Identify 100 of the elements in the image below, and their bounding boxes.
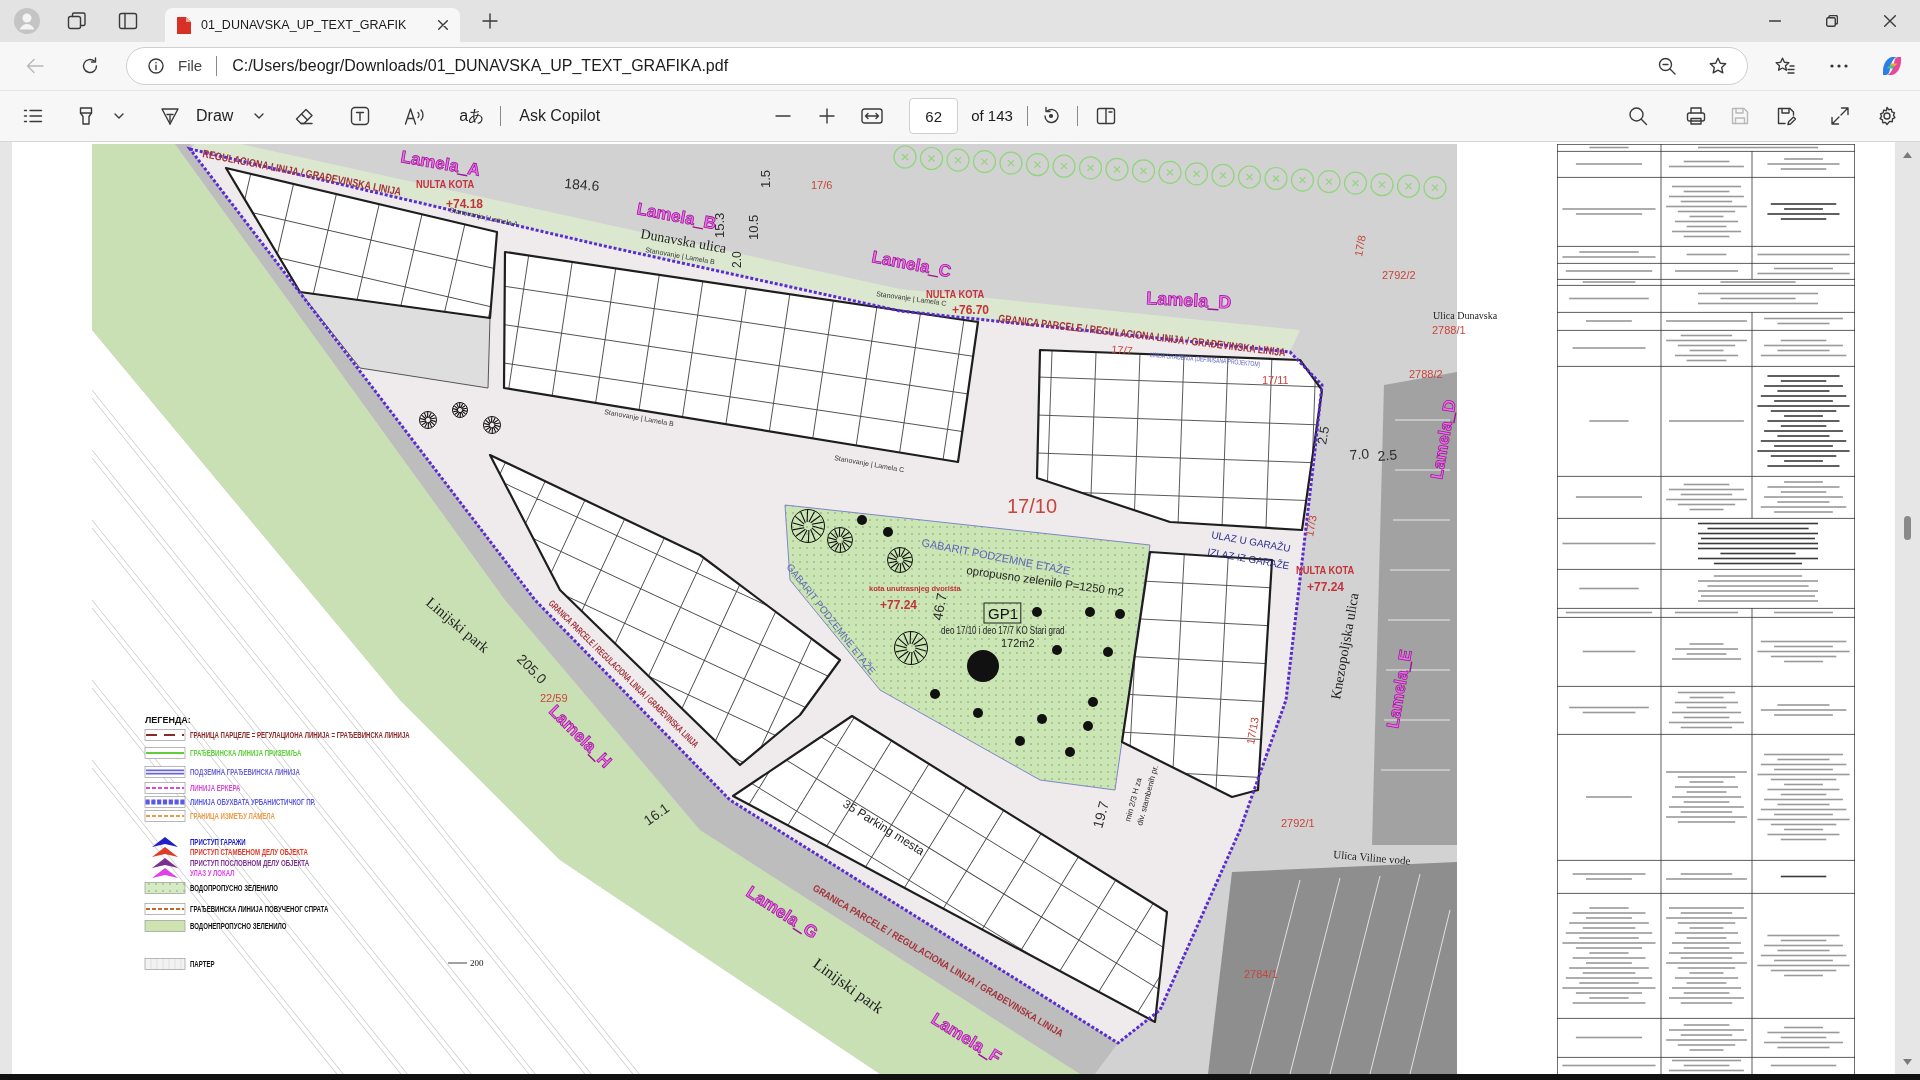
shrub-icon [1115,609,1125,619]
text-box-icon[interactable] [350,106,371,126]
search-icon[interactable] [1628,106,1648,126]
street-name: Ulica Viline vode [1332,848,1411,867]
legend-label: ВОДОПРОПУСНО ЗЕЛЕНИЛО [190,883,279,894]
page-view-icon[interactable] [1095,106,1116,126]
parcel-number: 17/11 [1262,374,1289,386]
elevation-label: +77.24 [880,598,918,612]
building-label: Lamela_E [1383,648,1416,730]
browser-tab[interactable]: 01_DUNAVSKA_UP_TEXT_GRAFIK [165,8,460,42]
caret-icon[interactable] [114,113,124,119]
translate-button[interactable]: aあ [459,104,485,128]
more-icon[interactable] [1830,64,1848,68]
tree-icon [972,150,997,174]
tree-icon [1025,153,1050,177]
parcel-number: 2792/1 [1281,817,1315,829]
tree-icon [1052,154,1076,178]
read-aloud-icon[interactable] [404,106,427,126]
tree-icon [887,547,913,573]
printer-icon[interactable] [1686,106,1706,126]
list-icon[interactable] [23,108,43,124]
parcel-number: 2788/1 [1432,324,1466,336]
parcel-number: 17/10 [1007,495,1058,517]
shrub-icon [1037,714,1047,724]
parcel-number: 17/13 [1244,716,1261,746]
shrub-icon [857,515,867,525]
street-name: Ulica Dunavska [1433,310,1498,321]
favorites-icon[interactable] [1775,57,1795,75]
tree-icon [1343,171,1368,195]
legend-label: ВОДОНЕПРОПУСНО ЗЕЛЕНИЛО [190,921,287,932]
plus-icon[interactable] [482,13,498,29]
parcel-number: 17/6 [811,179,833,191]
tree-icon [1396,174,1421,198]
tree-icon [1317,170,1341,194]
tree-icon [967,650,999,682]
draw-button[interactable]: Draw [160,104,234,128]
fit-width-icon[interactable] [861,108,884,124]
shrub-icon [1088,697,1098,707]
tree-icon [1131,159,1156,183]
building-label: Lamela_C [870,247,953,282]
scroll-up-icon[interactable] [1903,152,1912,158]
legend-label: ЛИНИЈА ОБУХВАТА УРБАНИСТИЧКОГ ПР. [190,797,316,808]
shrub-icon [1015,736,1025,746]
close-icon[interactable] [438,20,448,30]
colorful-swirl-icon[interactable] [1880,54,1904,78]
tree-icon [827,527,853,553]
address-bar[interactable]: File C:/Users/beogr/Downloads/01_DUNAVSKA_UP_TEXT_GRAFIKA.pdf [126,47,1748,85]
tree-icon [419,411,437,429]
save-as-icon[interactable] [1776,106,1796,126]
legend-label: ГРАЂЕВИНСКА ЛИНИЈА ПОВУЧЕНОГ СПРАТА [190,904,329,915]
tree-icon [919,146,944,171]
pen-icon [160,106,180,126]
restore-icon[interactable] [1826,15,1838,27]
caret-icon[interactable] [254,113,265,119]
tree-icon [1078,156,1103,180]
eraser-icon[interactable] [294,106,315,126]
parcel-number: 17/8 [1352,234,1368,258]
close-icon[interactable] [1884,15,1896,27]
stacked-squares-icon[interactable] [67,11,87,31]
shrub-icon [930,689,940,699]
dimension-label: 19.7 [1089,799,1112,830]
legend-label: ПРИСТУП ПОСЛОВНОМ ДЕЛУ ОБЈЕКТА [190,858,310,869]
zoom-out-icon[interactable] [1658,57,1676,75]
shrub-icon [1032,607,1042,617]
plot-tag: GP1 [983,602,1022,624]
parcel-number: 2792/2 [1382,269,1416,281]
expand-icon[interactable] [1830,106,1850,126]
tree-icon [1370,173,1394,197]
settings-icon[interactable] [1877,106,1897,126]
star-icon[interactable] [1709,57,1727,75]
dimension-label: 10.5 [746,214,761,240]
scrollbar-thumb[interactable] [1904,516,1911,540]
scroll-down-icon[interactable] [1903,1059,1912,1065]
dimension-label: 184.6 [563,175,601,195]
plus-icon[interactable] [819,108,836,124]
tree-icon [1211,163,1235,187]
tree-icon [893,145,917,169]
ask-copilot-button[interactable]: Ask Copilot [519,104,601,128]
dimension-label: 2.5 [1314,425,1333,446]
elevation-label: NULTA KOTA [416,178,475,191]
refresh-icon[interactable] [81,57,99,75]
legend-label: ЛИНИЈА ЕРКЕРА [190,783,241,794]
page-count: of 143 [971,105,1013,126]
dimension-label: 46.7 [929,591,950,622]
legend-label: ПАРТЕР [190,959,215,970]
site-info-button[interactable]: File [148,54,203,78]
minus-icon[interactable] [775,115,792,117]
tree-icon [1290,168,1315,192]
legend-label: ПРИСТУП СТАМБЕНОМ ДЕЛУ ОБЈЕКТА [190,847,308,858]
panel-layout-icon[interactable] [118,11,138,31]
legend-label: ГРАНИЦА ИЗМЕЂУ ЛАМЕЛА [190,811,275,822]
tree-icon [946,148,970,172]
page-number-field[interactable]: 62 [909,98,959,134]
shrub-icon [1103,647,1113,657]
elevation-label: NULTA KOTA [1296,564,1355,577]
tree-icon [791,509,825,543]
tree-icon [452,402,468,418]
url-text: C:/Users/beogr/Downloads/01_DUNAVSKA_UP_TEXT_GRAFIKA.pdf [232,56,729,76]
tree-icon [894,631,928,665]
scale-label: 200 [470,958,484,968]
